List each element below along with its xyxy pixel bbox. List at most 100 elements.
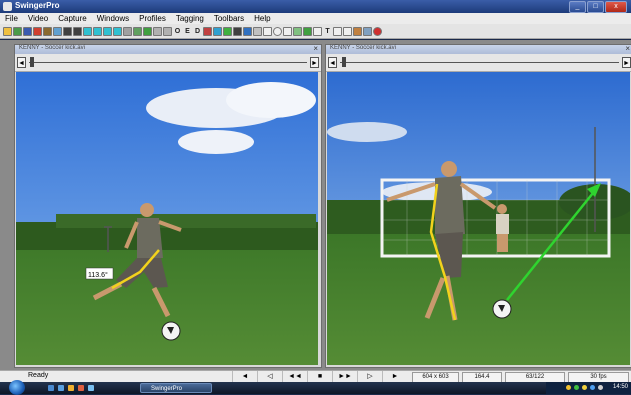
right-timeline-knob[interactable] bbox=[342, 57, 346, 67]
quicklaunch-media-icon[interactable] bbox=[78, 385, 84, 391]
flag-icon[interactable] bbox=[223, 26, 232, 36]
line-tool-icon[interactable] bbox=[303, 26, 312, 36]
menu-profiles[interactable]: Profiles bbox=[134, 14, 171, 23]
record-icon[interactable] bbox=[13, 26, 22, 36]
fast-forward-button[interactable]: ►► bbox=[332, 371, 357, 382]
rewind-button[interactable]: ◄◄ bbox=[282, 371, 307, 382]
freehand-tool-icon[interactable] bbox=[343, 26, 352, 36]
chart-icon[interactable] bbox=[133, 26, 142, 36]
left-timeline-prev-button[interactable]: ◄ bbox=[17, 57, 26, 68]
left-panel-header: KENNY - Soccer kick.avi × bbox=[15, 44, 321, 54]
text-tool-t[interactable]: T bbox=[323, 28, 332, 35]
tray-power-icon[interactable] bbox=[598, 385, 603, 390]
text-tool-d[interactable]: D bbox=[193, 28, 202, 35]
arrow-tool-icon[interactable] bbox=[333, 26, 342, 36]
layout-dual-icon[interactable] bbox=[93, 26, 102, 36]
text-tool-o[interactable]: O bbox=[173, 28, 182, 35]
tray-network-icon[interactable] bbox=[574, 385, 579, 390]
polygon-tool-icon[interactable] bbox=[313, 26, 322, 36]
tray-volume-icon[interactable] bbox=[590, 385, 595, 390]
left-panel-close-icon[interactable]: × bbox=[313, 44, 318, 53]
window-titlebar: SwingerPro _ □ x bbox=[0, 0, 631, 13]
lock-icon[interactable] bbox=[233, 26, 242, 36]
angle-measure-label: 113.6° bbox=[88, 271, 108, 279]
circle-tool-icon[interactable] bbox=[273, 26, 282, 36]
left-timeline-next-button[interactable]: ► bbox=[310, 57, 319, 68]
compare-icon[interactable] bbox=[153, 26, 162, 36]
right-timeline-track[interactable] bbox=[340, 62, 619, 63]
taskbar-swingerpro-item[interactable]: SwingerPro bbox=[140, 383, 212, 393]
quicklaunch-explorer-icon[interactable] bbox=[68, 385, 74, 391]
clear-icon[interactable] bbox=[373, 26, 382, 36]
window-controls: _ □ x bbox=[569, 1, 627, 13]
menu-help[interactable]: Help bbox=[249, 14, 275, 23]
step-forward-button[interactable]: ▷ bbox=[357, 371, 382, 382]
left-video-panel: KENNY - Soccer kick.avi × ◄ ► 113.6° bbox=[14, 44, 322, 368]
menu-capture[interactable]: Capture bbox=[53, 14, 91, 23]
step-back-button[interactable]: ◁ bbox=[257, 371, 282, 382]
angle-tool-icon[interactable] bbox=[293, 26, 302, 36]
open-folder-icon[interactable] bbox=[3, 26, 12, 36]
film-icon[interactable] bbox=[43, 26, 52, 36]
layout-single-icon[interactable] bbox=[83, 26, 92, 36]
tray-clock: 14:50 bbox=[612, 384, 628, 390]
delete-icon[interactable] bbox=[33, 26, 42, 36]
tray-shield-icon[interactable] bbox=[566, 385, 571, 390]
status-ready-text: Ready bbox=[28, 372, 49, 379]
left-timeline-track[interactable] bbox=[29, 62, 307, 63]
playback-controls: ◄ ◁ ◄◄ ■ ►► ▷ ► bbox=[232, 371, 407, 382]
globe-icon[interactable] bbox=[213, 26, 222, 36]
magnify-icon[interactable] bbox=[123, 26, 132, 36]
text-tool-e[interactable]: E bbox=[183, 28, 192, 35]
right-video-frame[interactable] bbox=[327, 72, 630, 365]
left-timeline-knob[interactable] bbox=[30, 57, 34, 67]
menu-windows[interactable]: Windows bbox=[92, 14, 134, 23]
menu-bar: File Video Capture Windows Profiles Tagg… bbox=[0, 13, 631, 24]
save-icon[interactable] bbox=[23, 26, 32, 36]
system-tray: 14:50 bbox=[546, 382, 631, 394]
play-reverse-button[interactable]: ◄ bbox=[232, 371, 257, 382]
persons-icon[interactable] bbox=[73, 26, 82, 36]
start-button[interactable] bbox=[9, 380, 25, 395]
person-icon[interactable] bbox=[63, 26, 72, 36]
color-picker-icon[interactable] bbox=[363, 26, 372, 36]
menu-video[interactable]: Video bbox=[23, 14, 53, 23]
right-panel-close-icon[interactable]: × bbox=[625, 44, 630, 53]
quicklaunch-ie-icon[interactable] bbox=[58, 385, 64, 391]
left-panel-title: KENNY - Soccer kick.avi bbox=[19, 45, 85, 51]
left-timeline: ◄ ► bbox=[15, 54, 321, 72]
layout-quad-icon[interactable] bbox=[103, 26, 112, 36]
grid-icon[interactable] bbox=[253, 26, 262, 36]
stop-icon[interactable] bbox=[203, 26, 212, 36]
menu-tagging[interactable]: Tagging bbox=[171, 14, 209, 23]
right-timeline-next-button[interactable]: ► bbox=[622, 57, 631, 68]
zoom-icon[interactable] bbox=[163, 26, 172, 36]
tray-update-icon[interactable] bbox=[582, 385, 587, 390]
stop-button[interactable]: ■ bbox=[307, 371, 332, 382]
close-button[interactable]: x bbox=[605, 1, 627, 13]
rectangle-tool-icon[interactable] bbox=[283, 26, 292, 36]
main-toolbar: O E D T bbox=[0, 24, 631, 39]
maximize-button[interactable]: □ bbox=[587, 1, 604, 13]
minimize-button[interactable]: _ bbox=[569, 1, 586, 13]
layout-grid-icon[interactable] bbox=[113, 26, 122, 36]
windows-taskbar: SwingerPro 14:50 bbox=[0, 380, 631, 395]
play-button[interactable]: ► bbox=[382, 371, 407, 382]
right-panel-title: KENNY - Soccer kick.avi bbox=[330, 45, 396, 51]
pencil-icon[interactable] bbox=[353, 26, 362, 36]
quicklaunch-desktop-icon[interactable] bbox=[48, 385, 54, 391]
app-icon bbox=[3, 2, 12, 11]
menu-file[interactable]: File bbox=[0, 14, 23, 23]
green-square-icon[interactable] bbox=[143, 26, 152, 36]
right-timeline: ◄ ► bbox=[326, 54, 631, 72]
info-icon[interactable] bbox=[243, 26, 252, 36]
window-title: SwingerPro bbox=[15, 1, 60, 10]
left-video-frame[interactable]: 113.6° bbox=[16, 72, 318, 365]
right-video-panel: KENNY - Soccer kick.avi × ◄ ► bbox=[325, 44, 631, 368]
quicklaunch-app-icon[interactable] bbox=[88, 385, 94, 391]
pointer-icon[interactable] bbox=[263, 26, 272, 36]
camera-icon[interactable] bbox=[53, 26, 62, 36]
right-panel-header: KENNY - Soccer kick.avi × bbox=[326, 44, 631, 54]
right-timeline-prev-button[interactable]: ◄ bbox=[328, 57, 337, 68]
menu-toolbars[interactable]: Toolbars bbox=[209, 14, 249, 23]
